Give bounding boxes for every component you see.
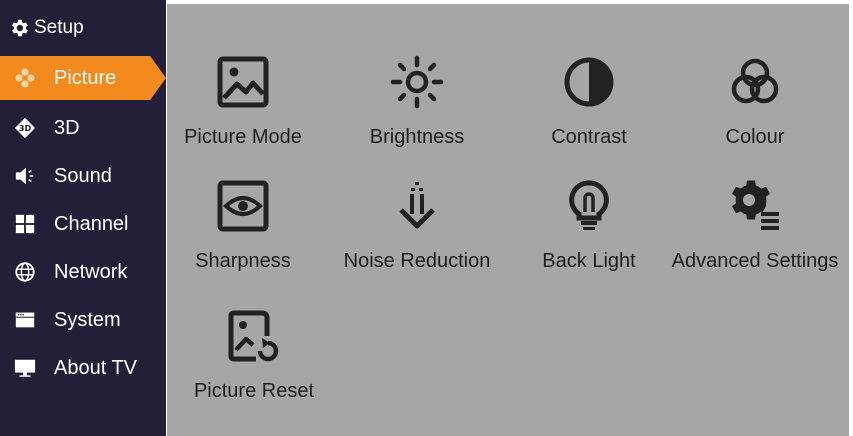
gear-list-icon <box>723 174 787 238</box>
tile-label: Picture Reset <box>193 380 315 402</box>
noise-arrow-icon <box>385 174 449 238</box>
tile-noise-reduction[interactable]: Noise Reduction <box>332 174 502 284</box>
tile-picture-reset[interactable]: Picture Reset <box>169 304 339 414</box>
sidebar: Setup Picture 3D 3D Sound Channel Networ… <box>0 0 166 436</box>
eye-icon <box>211 174 275 238</box>
tile-label: Advanced Settings <box>671 250 839 272</box>
3d-icon: 3D <box>14 117 36 139</box>
sidebar-item-label: Sound <box>54 164 112 187</box>
tile-advanced-settings[interactable]: Advanced Settings <box>670 174 840 284</box>
setup-title: Setup <box>34 17 84 38</box>
globe-icon <box>14 261 36 283</box>
monitor-icon <box>14 357 36 379</box>
sidebar-item-picture[interactable]: Picture <box>0 56 166 100</box>
image-icon <box>211 50 275 114</box>
tile-colour[interactable]: Colour <box>670 50 840 160</box>
bulb-icon <box>557 174 621 238</box>
speaker-icon <box>14 165 36 187</box>
sidebar-item-about-tv[interactable]: About TV <box>0 346 166 390</box>
sun-icon <box>385 50 449 114</box>
sidebar-item-channel[interactable]: Channel <box>0 202 166 246</box>
tile-contrast[interactable]: Contrast <box>504 50 674 160</box>
sidebar-item-label: System <box>54 308 121 331</box>
sidebar-item-label: 3D <box>54 116 80 139</box>
grid-icon <box>14 213 36 235</box>
sidebar-item-sound[interactable]: Sound <box>0 154 166 198</box>
tile-sharpness[interactable]: Sharpness <box>158 174 328 284</box>
tile-picture-mode[interactable]: Picture Mode <box>158 50 328 160</box>
tile-label: Colour <box>725 126 785 148</box>
window-icon <box>14 309 36 331</box>
sidebar-item-label: About TV <box>54 356 138 379</box>
contrast-icon <box>557 50 621 114</box>
flower-icon <box>14 67 36 89</box>
gear-icon <box>12 19 28 37</box>
image-reset-icon <box>222 304 286 368</box>
sidebar-item-label: Picture <box>54 66 117 89</box>
picture-settings-panel: Picture Mode Brightness Contrast Colour … <box>167 4 849 436</box>
setup-header: Setup <box>0 10 166 46</box>
svg-text:3D: 3D <box>19 123 32 133</box>
sidebar-item-system[interactable]: System <box>0 298 166 342</box>
sidebar-item-label: Channel <box>54 212 129 235</box>
tile-brightness[interactable]: Brightness <box>332 50 502 160</box>
sidebar-item-label: Network <box>54 260 128 283</box>
tile-back-light[interactable]: Back Light <box>504 174 674 284</box>
color-circles-icon <box>723 50 787 114</box>
